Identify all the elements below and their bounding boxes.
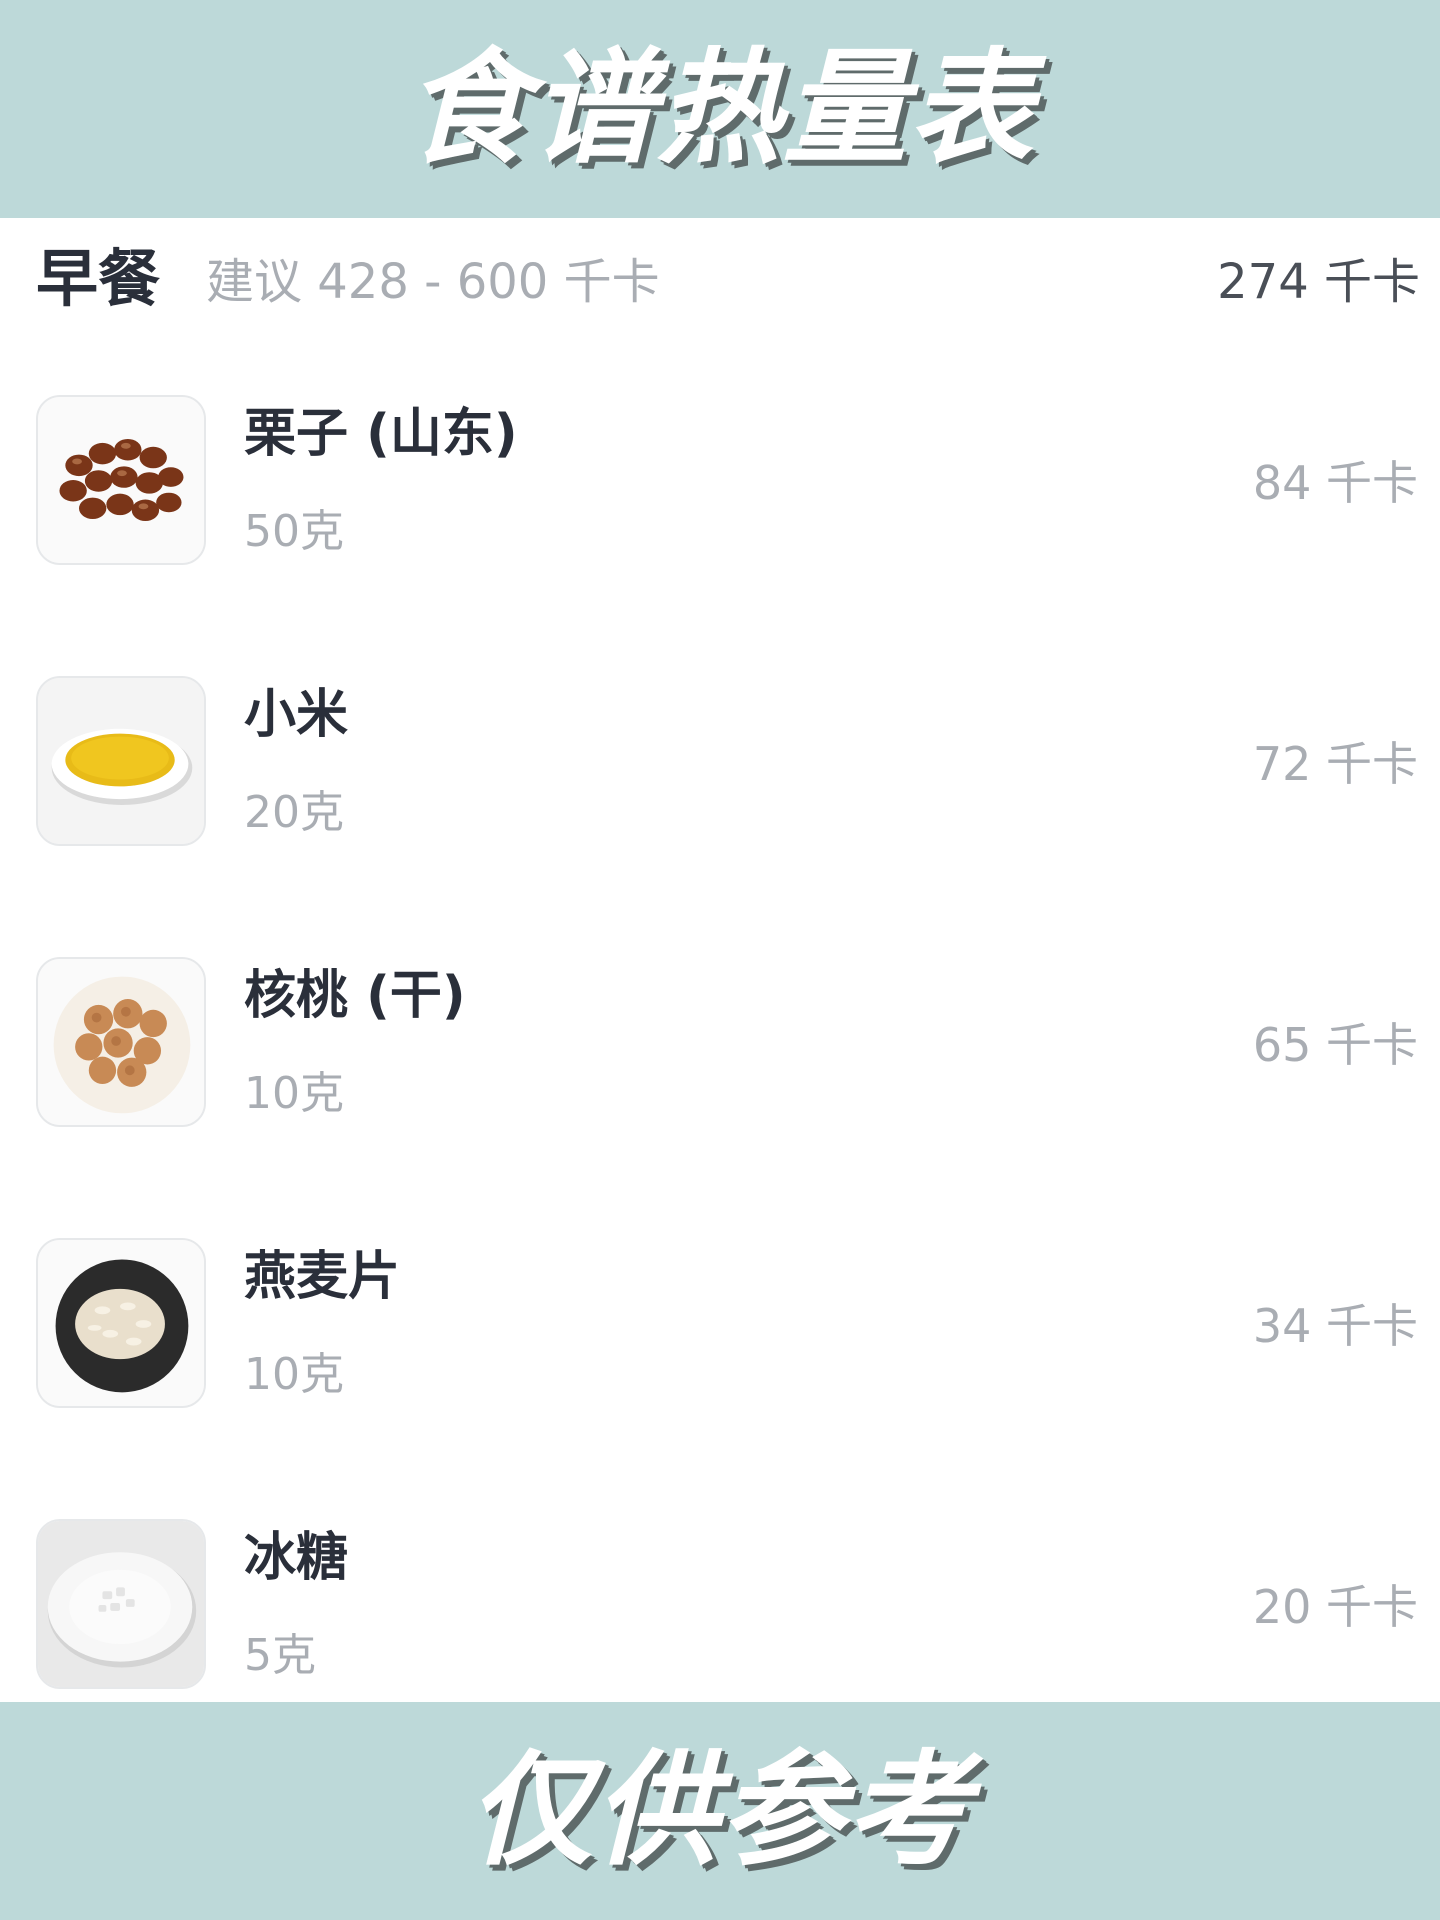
food-kcal: 72 千卡 xyxy=(1252,737,1418,791)
millet-icon xyxy=(36,676,206,846)
meal-title: 早餐 xyxy=(36,242,161,315)
food-item-millet[interactable]: 小米 20克 72 千卡 xyxy=(0,619,1440,900)
food-item-walnut[interactable]: 核桃 (干) 10克 65 千卡 xyxy=(0,900,1440,1181)
meal-total-kcal: 274 千卡 xyxy=(1217,254,1420,310)
chestnut-icon xyxy=(36,395,206,565)
food-amount: 10克 xyxy=(244,1068,344,1119)
food-amount: 10克 xyxy=(244,1349,344,1400)
food-kcal: 20 千卡 xyxy=(1252,1580,1418,1634)
meal-header[interactable]: 早餐 建议 428 - 600 千卡 274 千卡 xyxy=(0,218,1440,338)
food-name: 栗子 (山东) xyxy=(244,404,518,464)
food-name: 核桃 (干) xyxy=(244,966,466,1026)
food-amount: 20克 xyxy=(244,787,344,838)
bottom-banner: 仅供参考 xyxy=(0,1702,1440,1920)
food-item-oatmeal[interactable]: 燕麦片 10克 34 千卡 xyxy=(0,1181,1440,1462)
rock-sugar-icon xyxy=(36,1519,206,1689)
page-title: 食谱热量表 xyxy=(404,37,1035,181)
walnut-icon xyxy=(36,957,206,1127)
food-kcal: 34 千卡 xyxy=(1252,1299,1418,1353)
food-amount: 5克 xyxy=(244,1630,316,1681)
food-kcal: 65 千卡 xyxy=(1252,1018,1418,1072)
food-item-chestnut[interactable]: 栗子 (山东) 50克 84 千卡 xyxy=(0,338,1440,619)
top-banner: 食谱热量表 xyxy=(0,0,1440,218)
food-amount: 50克 xyxy=(244,506,344,557)
food-name: 小米 xyxy=(244,685,349,745)
meal-suggestion: 建议 428 - 600 千卡 xyxy=(206,254,660,310)
footer-note: 仅供参考 xyxy=(467,1739,972,1883)
food-item-rock-sugar[interactable]: 冰糖 5克 20 千卡 xyxy=(0,1462,1440,1743)
food-name: 燕麦片 xyxy=(244,1247,401,1307)
oatmeal-icon xyxy=(36,1238,206,1408)
food-kcal: 84 千卡 xyxy=(1252,456,1418,510)
food-name: 冰糖 xyxy=(244,1528,349,1588)
food-list: 栗子 (山东) 50克 84 千卡 小米 20克 72 千卡 核桃 (干) 10… xyxy=(0,338,1440,1743)
